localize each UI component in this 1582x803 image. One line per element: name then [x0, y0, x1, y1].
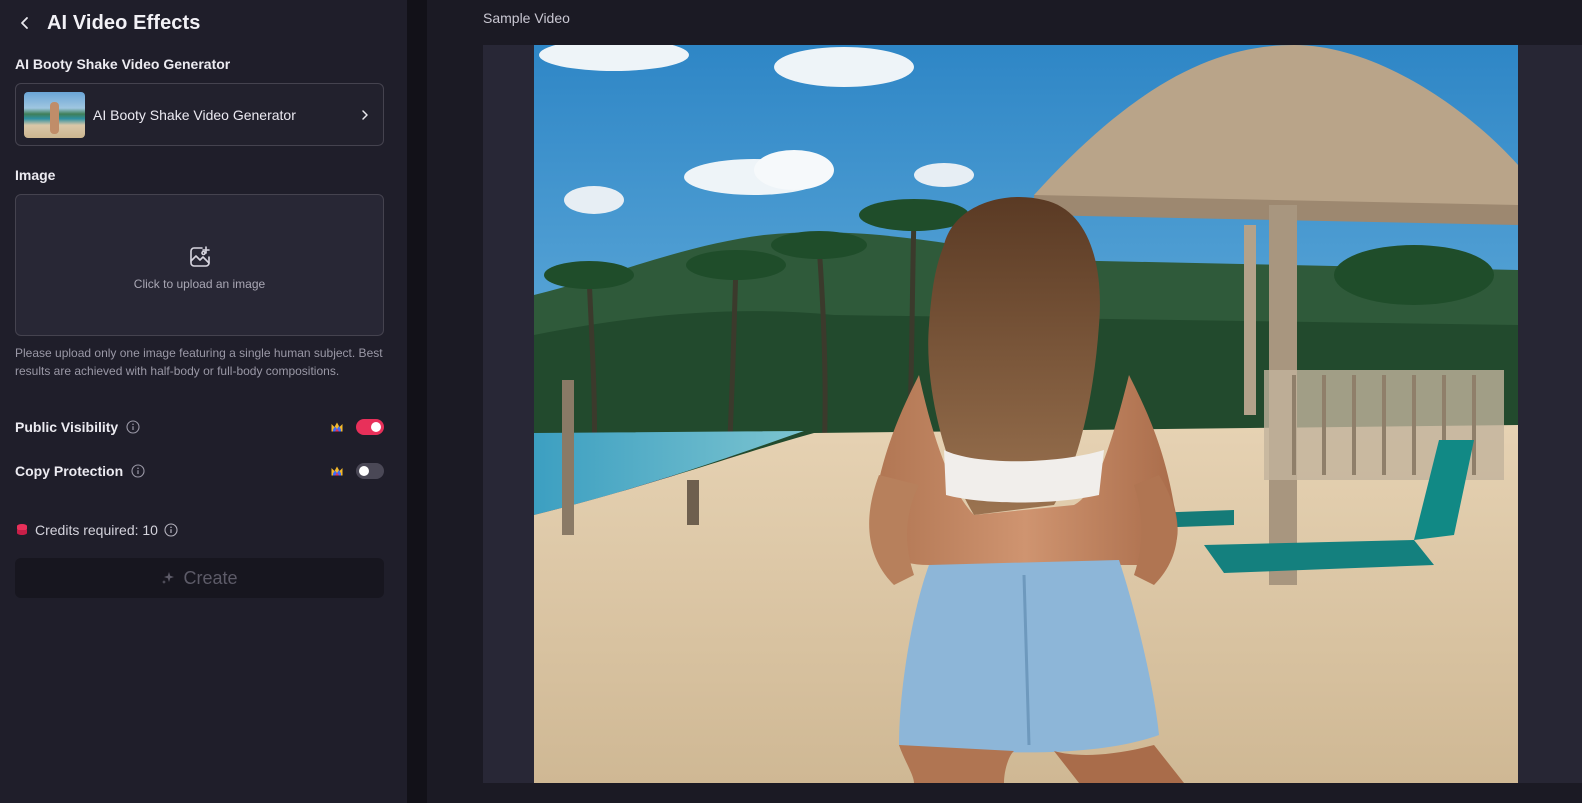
sample-video[interactable] — [534, 45, 1518, 783]
public-visibility-row: Public Visibility — [15, 416, 384, 438]
create-button[interactable]: Create — [15, 558, 384, 598]
panel-divider — [407, 0, 427, 803]
coins-icon — [16, 523, 28, 537]
upload-instruction: Click to upload an image — [133, 277, 266, 291]
credits-info: Credits required: 10 — [16, 522, 178, 538]
preview-title: Sample Video — [483, 10, 570, 26]
info-icon[interactable] — [131, 464, 145, 478]
template-thumbnail — [24, 91, 85, 138]
info-icon[interactable] — [126, 420, 140, 434]
premium-crown-icon — [330, 420, 344, 434]
upload-hint: Please upload only one image featuring a… — [15, 346, 383, 378]
premium-crown-icon — [330, 464, 344, 478]
copy-protection-toggle[interactable] — [356, 463, 384, 479]
chevron-left-icon[interactable] — [15, 13, 35, 33]
image-section-label: Image — [15, 167, 56, 183]
page-title: AI Video Effects — [47, 11, 201, 34]
chevron-right-icon — [355, 105, 375, 125]
template-section-label: AI Booty Shake Video Generator — [15, 56, 231, 72]
public-visibility-label: Public Visibility — [15, 419, 119, 435]
image-add-icon — [188, 245, 212, 269]
credits-text: Credits required: 10 — [35, 522, 158, 538]
template-selector[interactable]: AI Booty Shake Video Generator — [15, 83, 384, 146]
sparkle-icon — [161, 571, 175, 585]
copy-protection-label: Copy Protection — [15, 463, 124, 479]
template-name: AI Booty Shake Video Generator — [93, 106, 296, 123]
public-visibility-toggle[interactable] — [356, 419, 384, 435]
settings-panel: AI Video Effects AI Booty Shake Video Ge… — [0, 0, 407, 803]
info-icon[interactable] — [164, 523, 178, 537]
video-frame-edge — [1518, 45, 1582, 783]
panel-header: AI Video Effects — [15, 8, 201, 38]
create-button-label: Create — [183, 567, 238, 588]
copy-protection-row: Copy Protection — [15, 460, 384, 482]
image-upload-area[interactable]: Click to upload an image — [15, 194, 384, 336]
